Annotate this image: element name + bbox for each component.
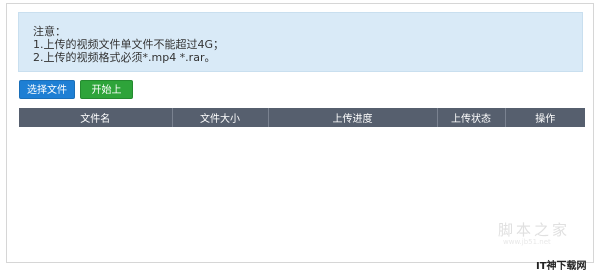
column-header-filesize: 文件大小: [172, 108, 269, 127]
notice-line-2: 2.上传的视频格式必须*.mp4 *.rar。: [33, 51, 216, 64]
table-header-row: 文件名 文件大小 上传进度 上传状态 操作: [19, 108, 585, 127]
notice-line-1: 1.上传的视频文件单文件不能超过4G；: [33, 38, 225, 51]
column-header-status: 上传状态: [437, 108, 506, 127]
upload-file-table: 文件名 文件大小 上传进度 上传状态 操作: [19, 108, 585, 127]
start-upload-button[interactable]: 开始上传: [80, 80, 133, 115]
select-file-button[interactable]: 选择文件: [19, 80, 75, 99]
notice-title: 注意：: [33, 25, 66, 38]
column-header-progress: 上传进度: [268, 108, 438, 127]
notice-panel: 注意： 1.上传的视频文件单文件不能超过4G； 2.上传的视频格式必须*.mp4…: [18, 12, 583, 72]
column-header-filename: 文件名: [19, 108, 173, 127]
watermark-text: 脚本之家: [498, 221, 571, 239]
column-header-actions: 操作: [505, 108, 585, 127]
watermark-url: www.jb51.net: [503, 238, 551, 246]
